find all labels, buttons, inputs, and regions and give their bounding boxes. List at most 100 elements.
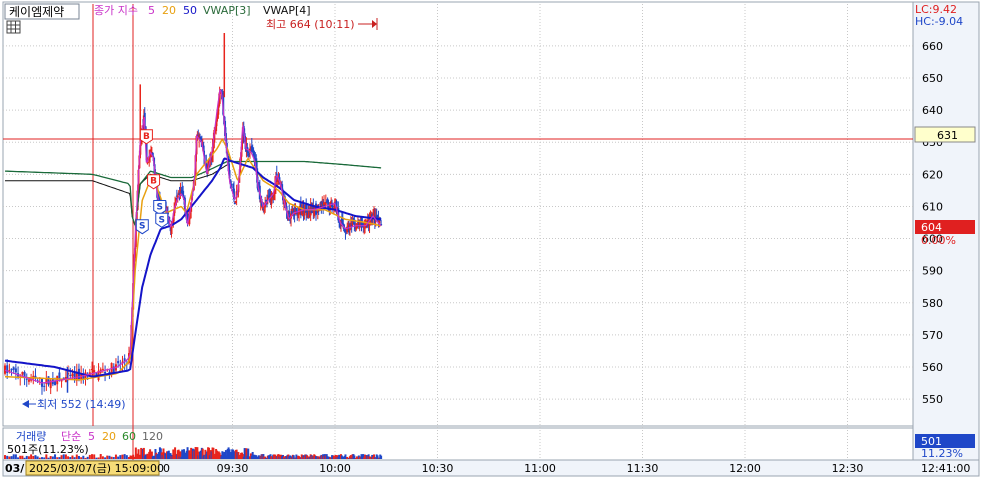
volume-bar [80, 457, 83, 459]
trade-marker-label: S [139, 222, 145, 232]
candle-body [104, 371, 107, 374]
volume-bar [38, 457, 41, 459]
volume-bar [25, 455, 28, 459]
candle-body [47, 376, 50, 385]
candle-body [4, 365, 6, 374]
volume-ma-label[interactable]: 단순 [61, 430, 81, 443]
y-tick-label: 550 [922, 393, 943, 406]
volume-ma-120[interactable]: 120 [142, 430, 163, 443]
volume-bar [125, 455, 128, 459]
candle-body [77, 368, 80, 381]
y-tick-label: 660 [922, 40, 943, 53]
chart-window: BBSSS 550 560 570 580 590 600 610 620 630 640 650 6… [0, 0, 981, 478]
volume-bar [77, 456, 80, 459]
volume-bar [8, 456, 11, 459]
volume-bar [40, 457, 43, 459]
volume-bar [19, 455, 22, 459]
current-volume: 501주(11.23%) [7, 443, 89, 456]
vwap3-label[interactable]: VWAP[3] [203, 4, 251, 17]
price-panel [2, 1, 914, 427]
time-axis-zero: 0 [163, 462, 170, 475]
trade-marker-label: B [143, 132, 150, 142]
candle-body [43, 385, 46, 387]
volume-bar [4, 455, 6, 459]
y-tick-label: 620 [922, 168, 943, 181]
candle-body [331, 206, 334, 208]
ma-period-50[interactable]: 50 [183, 4, 197, 17]
candle-body [288, 211, 291, 214]
cursor-time-label: 2025/03/07(금) 15:09:00 [29, 462, 164, 475]
y-tick-label: 570 [922, 329, 943, 342]
volume-bar [73, 457, 76, 459]
volume-bar [43, 457, 46, 459]
y-tick-label: 640 [922, 104, 943, 117]
volume-bar [49, 456, 52, 459]
indicator-label[interactable]: 종가 지수 [94, 4, 138, 17]
x-tick-label: 11:30 [627, 462, 659, 475]
volume-ma-60[interactable]: 60 [122, 430, 136, 443]
time-axis-left-stub: 03/ [5, 462, 25, 475]
volume-axis-pct: 11.23% [921, 447, 963, 460]
volume-bar [91, 454, 94, 459]
volume-bar [123, 454, 126, 459]
candle-body [91, 368, 94, 371]
low-annotation: 최저 552 (14:49) [37, 398, 126, 411]
x-tick-label: 12:00 [729, 462, 761, 475]
trade-marker-label: S [156, 202, 162, 212]
ma-period-20[interactable]: 20 [162, 4, 176, 17]
y-tick-label: 590 [922, 265, 943, 278]
hc-value: HC:-9.04 [915, 15, 963, 28]
volume-bar [95, 457, 98, 459]
volume-bar [93, 454, 96, 459]
volume-bar [380, 455, 383, 459]
x-tick-label: 11:00 [524, 462, 556, 475]
volume-bar [86, 456, 89, 459]
trade-marker-label: S [159, 215, 165, 225]
x-tick-label: 10:30 [422, 462, 454, 475]
volume-bar [119, 455, 122, 459]
volume-bar [58, 457, 61, 459]
volume-bar [47, 457, 50, 459]
x-tick-label: 12:30 [832, 462, 864, 475]
volume-bar [88, 454, 91, 459]
x-tick-label: 10:00 [319, 462, 351, 475]
volume-bar [121, 454, 124, 459]
candle-body [101, 368, 104, 370]
current-time-label: 12:41:00 [921, 462, 970, 475]
price-chart[interactable]: BBSSS 5505605705805906006106206306406506… [0, 0, 981, 478]
volume-bar [112, 457, 115, 459]
candle-body [117, 361, 120, 364]
y-tick-label: 560 [922, 361, 943, 374]
candle-body [25, 378, 28, 380]
volume-ma-5[interactable]: 5 [88, 430, 95, 443]
volume-bar [82, 455, 85, 459]
volume-bar [27, 456, 30, 459]
volume-bar [106, 455, 109, 459]
candle-body [12, 367, 15, 370]
volume-title[interactable]: 거래량 [16, 430, 46, 443]
volume-bar [110, 456, 113, 459]
candle-body [69, 374, 72, 376]
y-tick-label: 610 [922, 200, 943, 213]
ma-period-5[interactable]: 5 [148, 4, 155, 17]
volume-bar [97, 457, 100, 459]
volume-bar [71, 455, 74, 459]
candle-body [54, 381, 57, 386]
volume-bar [114, 454, 117, 459]
vwap4-label[interactable]: VWAP[4] [263, 4, 311, 17]
grid-toggle-icon[interactable] [6, 20, 21, 34]
candle-body [355, 228, 358, 230]
y-tick-label: 650 [922, 72, 943, 85]
volume-ma-20[interactable]: 20 [102, 430, 116, 443]
volume-bar [84, 457, 87, 459]
candle-body [71, 373, 74, 377]
h-line-value: 631 [937, 129, 958, 142]
volume-bar [117, 456, 120, 459]
current-price: 604 [921, 221, 942, 234]
high-annotation: 최고 664 (10:11) [266, 18, 355, 31]
volume-bar [6, 455, 9, 459]
volume-bar [104, 457, 107, 459]
volume-bar [10, 456, 13, 459]
symbol-name: 케이엠제약 [9, 4, 64, 19]
volume-bar [17, 457, 20, 459]
